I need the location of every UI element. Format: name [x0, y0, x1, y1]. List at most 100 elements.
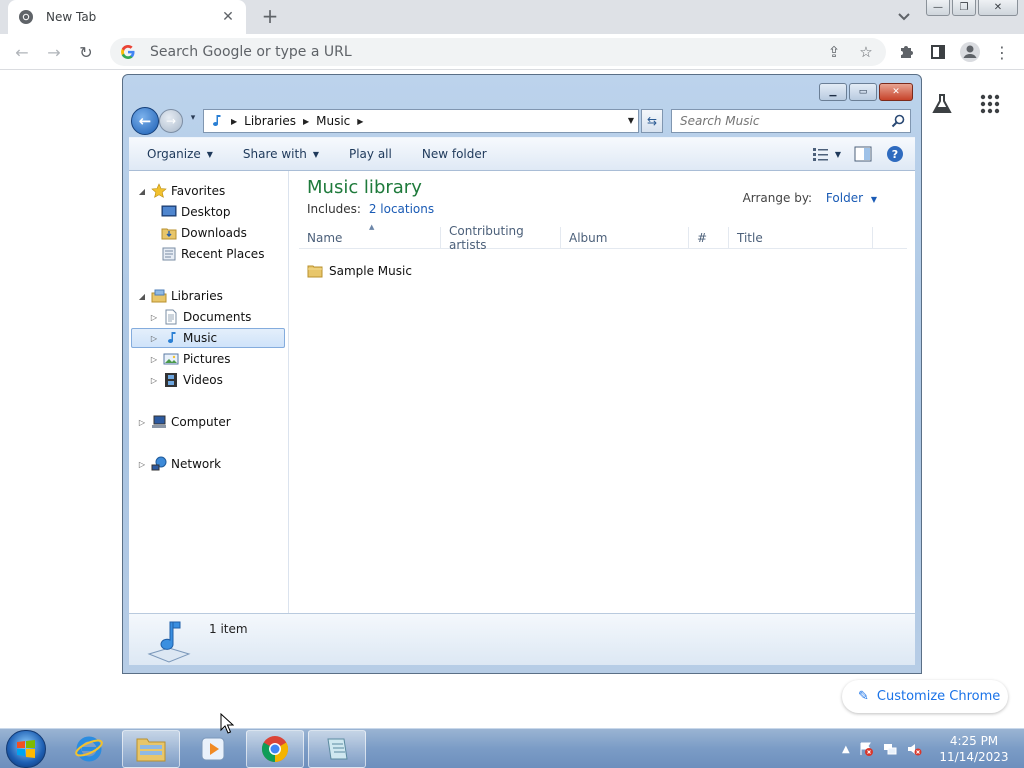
volume-muted-icon[interactable]	[906, 741, 922, 757]
window-restore-button[interactable]: ❐	[952, 0, 976, 16]
window-minimize-button[interactable]: —	[926, 0, 950, 16]
tree-label: Pictures	[183, 352, 231, 366]
column-label: Contributing artists	[449, 224, 524, 252]
tree-network[interactable]: ▷ Network	[137, 454, 221, 474]
taskbar-windows-explorer[interactable]	[122, 730, 180, 768]
refresh-button[interactable]: ⇆	[641, 109, 663, 133]
column-name[interactable]: Name ▲	[299, 223, 441, 249]
search-icon[interactable]	[890, 113, 906, 129]
organize-button[interactable]: Organize ▼	[147, 147, 213, 161]
profile-avatar-icon[interactable]	[958, 40, 982, 64]
chevron-down-icon[interactable]: ▼	[871, 195, 877, 204]
tree-music[interactable]: ▷ Music	[131, 328, 285, 348]
tree-libraries[interactable]: ◢ Libraries	[137, 286, 223, 306]
star-icon	[151, 183, 167, 199]
list-item[interactable]: Sample Music	[307, 261, 412, 281]
tree-recent-places[interactable]: Recent Places	[161, 244, 264, 264]
taskbar-notepad[interactable]	[308, 730, 366, 768]
share-icon[interactable]: ⇪	[822, 40, 846, 64]
expand-arrow-icon[interactable]: ▷	[137, 460, 147, 469]
bookmark-star-icon[interactable]: ☆	[854, 40, 878, 64]
tab-search-button[interactable]	[894, 8, 914, 26]
expand-arrow-icon[interactable]: ▷	[149, 313, 159, 322]
action-center-flag-icon[interactable]	[858, 741, 874, 757]
reload-button[interactable]: ↻	[74, 40, 98, 64]
tree-videos[interactable]: ▷ Videos	[149, 370, 223, 390]
expand-arrow-icon[interactable]: ▷	[137, 418, 147, 427]
explorer-minimize-button[interactable]: ▁	[819, 83, 847, 101]
tree-label: Network	[171, 457, 222, 471]
network-tray-icon[interactable]	[882, 741, 898, 757]
omnibox[interactable]: Search Google or type a URL ⇪ ☆	[110, 38, 886, 66]
explorer-search-input[interactable]	[680, 114, 880, 128]
column-headers: Name ▲ Contributing artists Album # Titl…	[299, 223, 907, 252]
explorer-close-button[interactable]: ✕	[879, 83, 913, 101]
tree-pictures[interactable]: ▷ Pictures	[149, 349, 231, 369]
side-panel-icon[interactable]	[926, 40, 950, 64]
new-folder-button[interactable]: New folder	[422, 147, 487, 161]
google-g-icon	[120, 44, 136, 60]
mouse-cursor-icon	[220, 713, 234, 734]
media-player-icon	[201, 737, 225, 761]
arrange-by-dropdown[interactable]: Folder	[826, 191, 863, 205]
taskbar-internet-explorer[interactable]	[60, 730, 118, 768]
customize-chrome-label: Customize Chrome	[876, 689, 1001, 704]
tree-label: Downloads	[181, 226, 247, 240]
collapse-arrow-icon[interactable]: ◢	[137, 187, 147, 196]
tree-label: Libraries	[171, 289, 223, 303]
locations-link[interactable]: 2 locations	[369, 202, 434, 216]
explorer-search-box[interactable]	[671, 109, 911, 133]
collapse-arrow-icon[interactable]: ◢	[137, 292, 147, 301]
share-with-button[interactable]: Share with ▼	[243, 147, 319, 161]
tree-downloads[interactable]: Downloads	[161, 223, 247, 243]
expand-arrow-icon[interactable]: ▷	[149, 376, 159, 385]
tab-close-icon[interactable]: ✕	[220, 9, 236, 25]
tree-favorites[interactable]: ◢ Favorites	[137, 181, 225, 201]
file-name: Sample Music	[329, 264, 412, 278]
extensions-puzzle-icon[interactable]	[894, 40, 918, 64]
explorer-back-button[interactable]: ←	[131, 107, 159, 135]
window-close-button[interactable]: ✕	[978, 0, 1018, 16]
customize-chrome-button[interactable]: ✎ Customize Chrome	[842, 680, 1008, 713]
recent-pages-dropdown[interactable]: ▾	[187, 113, 199, 125]
downloads-folder-icon	[161, 225, 177, 241]
system-clock[interactable]: 4:25 PM 11/14/2023	[936, 733, 1012, 765]
column-title[interactable]: Title	[729, 227, 873, 249]
expand-arrow-icon[interactable]: ▷	[149, 355, 159, 364]
tree-label: Computer	[171, 415, 231, 429]
address-dropdown-icon[interactable]: ▼	[628, 116, 634, 125]
tab-title: New Tab	[46, 10, 97, 24]
chrome-menu-icon[interactable]: ⋮	[990, 40, 1014, 64]
start-button[interactable]	[6, 730, 46, 768]
breadcrumb-libraries[interactable]: Libraries	[244, 114, 296, 128]
chrome-labs-flask-icon[interactable]	[930, 92, 954, 116]
play-all-button[interactable]: Play all	[349, 147, 392, 161]
google-apps-grid-icon[interactable]	[978, 92, 1002, 116]
explorer-forward-button[interactable]: →	[159, 109, 183, 133]
column-album[interactable]: Album	[561, 227, 689, 249]
back-button[interactable]: ←	[10, 40, 34, 64]
share-with-label: Share with	[242, 147, 307, 161]
column-track-number[interactable]: #	[689, 227, 729, 249]
change-view-button[interactable]: ▼	[812, 147, 841, 161]
help-button[interactable]: ?	[885, 144, 905, 164]
taskbar-google-chrome[interactable]	[246, 730, 304, 768]
address-bar[interactable]: ▶ Libraries ▶ Music ▶ ▼	[203, 109, 639, 133]
tab-new-tab[interactable]: New Tab ✕	[8, 0, 246, 34]
explorer-maximize-button[interactable]: ▭	[849, 83, 877, 101]
chevron-down-icon: ▼	[834, 149, 841, 159]
tree-documents[interactable]: ▷ Documents	[149, 307, 251, 327]
new-folder-label: New folder	[421, 147, 487, 161]
content-pane: Music library Includes: 2 locations Arra…	[289, 171, 915, 613]
forward-button[interactable]: →	[42, 40, 66, 64]
network-icon	[151, 456, 167, 472]
taskbar-media-player[interactable]	[184, 730, 242, 768]
expand-arrow-icon[interactable]: ▷	[149, 334, 159, 343]
tree-desktop[interactable]: Desktop	[161, 202, 231, 222]
tree-computer[interactable]: ▷ Computer	[137, 412, 231, 432]
new-tab-button[interactable]: +	[258, 5, 282, 29]
tray-expand-icon[interactable]: ▲	[842, 744, 850, 755]
column-contributing-artists[interactable]: Contributing artists	[441, 224, 561, 252]
preview-pane-button[interactable]	[853, 144, 873, 164]
breadcrumb-music[interactable]: Music	[316, 114, 350, 128]
